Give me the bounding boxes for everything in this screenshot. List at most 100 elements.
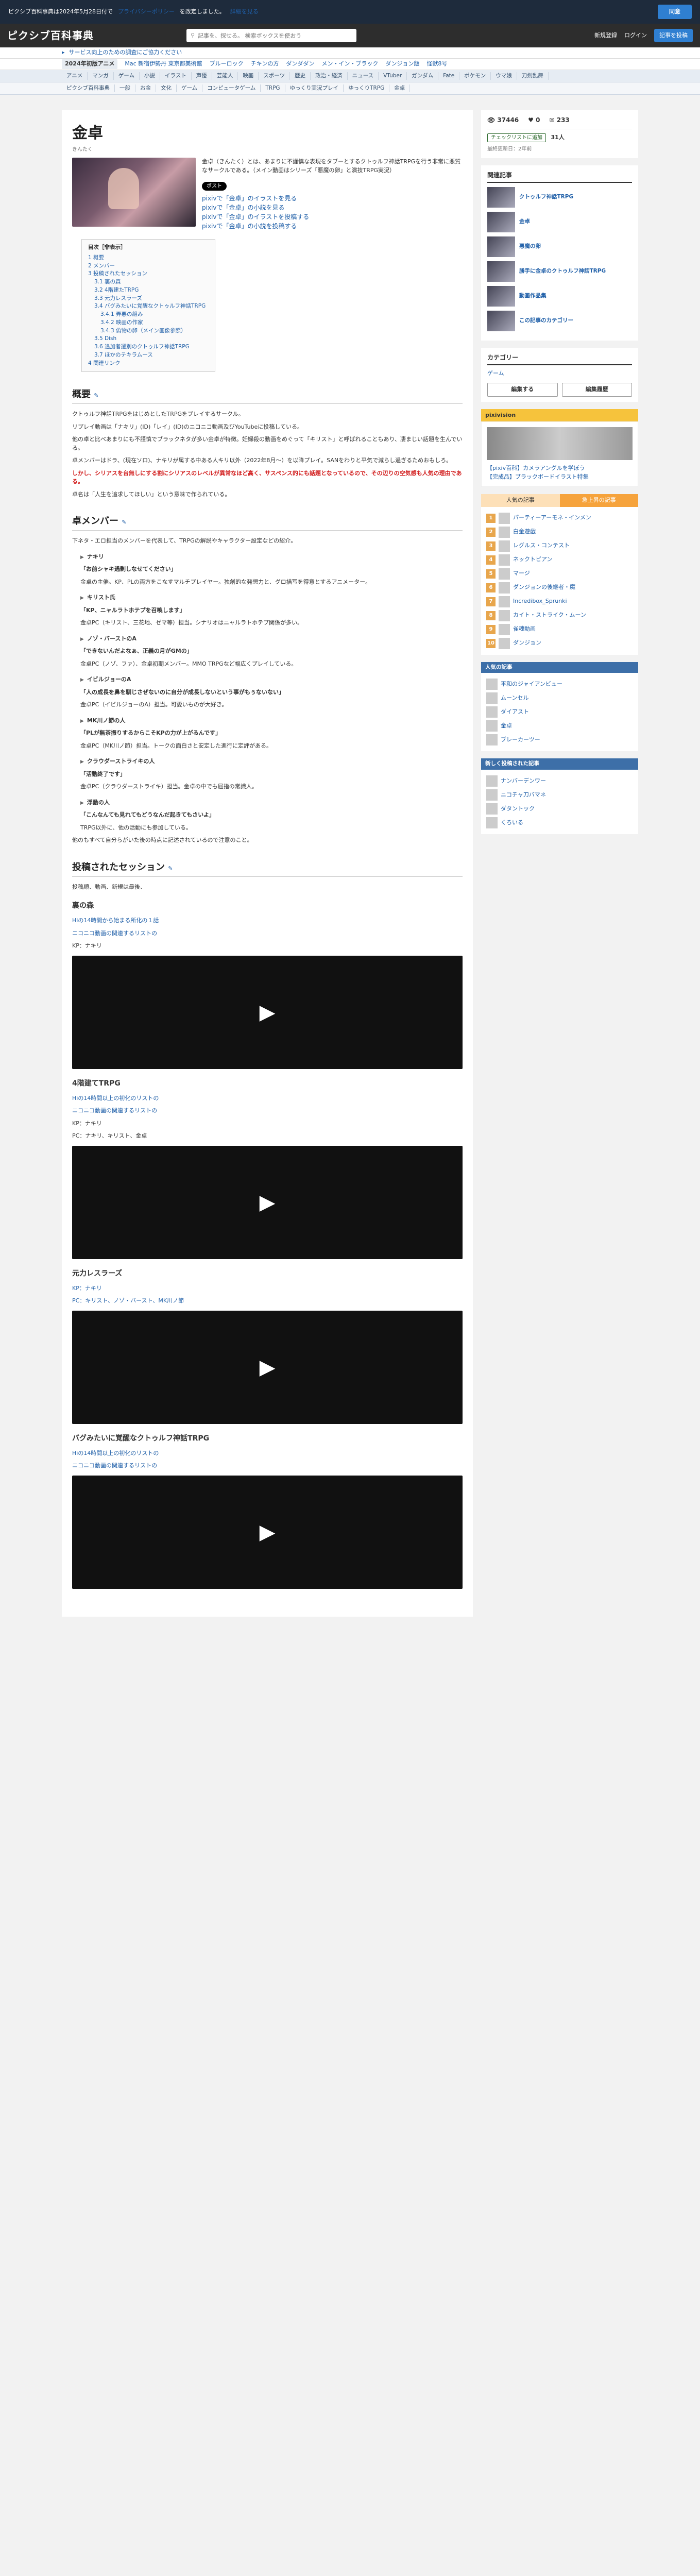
session-line[interactable]: Hiの14時間から始まる所化の１話 [72,917,463,925]
toc-item[interactable]: 3.4.2 映画の作家 [88,319,209,327]
category-link[interactable]: VTuber [379,72,407,80]
ranking-thumb[interactable] [499,540,510,552]
related-thumb[interactable] [487,187,515,208]
tab-rising[interactable]: 急上昇の記事 [560,494,639,507]
category-link[interactable]: ウマ娘 [491,72,517,80]
popular-thumb[interactable] [486,692,498,704]
ranking-link[interactable]: パーティーアーモネ・インメン [513,514,591,522]
breadcrumb-link[interactable]: ゆっくり実況プレイ [285,84,344,93]
new-thumb[interactable] [486,789,498,801]
related-item[interactable]: クトゥルフ神話TRPG [487,187,632,208]
new-link[interactable]: ナンバーデンワー [501,777,546,786]
trend-item[interactable]: 怪獣8号 [426,60,447,69]
related-thumb[interactable] [487,236,515,257]
trend-item[interactable]: ダンダダン [286,60,314,69]
related-link[interactable]: 勝手に金卓のクトゥルフ神話TRPG [519,267,606,276]
ranking-item[interactable]: 5 マージ [486,568,633,580]
ranking-item[interactable]: 2 白金遊戯 [486,526,633,538]
toc-item[interactable]: 3.5 Dish [88,335,209,343]
ranking-thumb[interactable] [499,609,510,621]
edit-icon[interactable]: ✎ [94,392,98,399]
new-item[interactable]: ダタントック [486,803,633,815]
session-line[interactable]: ニコニコ動画の関連するリストの [72,1107,463,1115]
trend-item[interactable]: チキンの方 [251,60,279,69]
ranking-thumb[interactable] [499,623,510,635]
popular-item[interactable]: ブレーカーツー [486,734,633,746]
tab-popular[interactable]: 人気の記事 [481,494,560,507]
related-item[interactable]: 勝手に金卓のクトゥルフ神話TRPG [487,261,632,282]
ranking-item[interactable]: 1 パーティーアーモネ・インメン [486,512,633,524]
ranking-link[interactable]: マージ [513,569,530,578]
toc-item[interactable]: 3.4.3 偽物の卵（メイン画像参照） [88,327,209,335]
category-link[interactable]: 歴史 [290,72,311,80]
category-link[interactable]: ガンダム [407,72,439,80]
ranking-item[interactable]: 6 ダンジョンの後継者・魔 [486,582,633,594]
popular-link[interactable]: 平和のジャイアンビュー [501,680,562,689]
ranking-thumb[interactable] [499,582,510,594]
ranking-thumb[interactable] [499,637,510,649]
breadcrumb-link[interactable]: 金卓 [389,84,411,93]
category-link[interactable]: 小説 [140,72,160,80]
edit-icon[interactable]: ✎ [122,519,126,526]
ranking-link[interactable]: 雀魂動画 [513,625,536,634]
ranking-item[interactable]: 3 レグルス・コンテスト [486,540,633,552]
session-line[interactable]: Hiの14時間以上の初化のリストの [72,1094,463,1103]
related-item[interactable]: この記事のカテゴリー [487,310,632,331]
category-link[interactable]: アニメ [62,72,88,80]
ranking-link[interactable]: ダンジョンの後継者・魔 [513,583,575,592]
popular-item[interactable]: ダイアスト [486,706,633,718]
toc-item[interactable]: 3.1 裏の森 [88,278,209,286]
category-link[interactable]: 映画 [238,72,259,80]
pixiv-link[interactable]: pixivで「金卓」のイラストを投稿する [202,212,463,222]
ranking-thumb[interactable] [499,512,510,524]
pixivision-link[interactable]: 【pixiv百科】カメラアングルを学ぼう [487,464,633,473]
category-link[interactable]: イラスト [160,72,192,80]
popular-link[interactable]: ダイアスト [501,708,529,717]
pixiv-link[interactable]: pixivで「金卓」のイラストを見る [202,194,463,203]
search-input[interactable] [198,32,352,39]
ranking-link[interactable]: レグルス・コンテスト [513,541,570,550]
popular-link[interactable]: 金卓 [501,722,512,731]
breadcrumb-link[interactable]: TRPG [261,84,285,93]
trend-item[interactable]: ダンジョン飯 [385,60,419,69]
popular-thumb[interactable] [486,720,498,732]
toc-title[interactable]: 目次［非表示］ [88,244,209,252]
trend-item[interactable]: Mac 新宿伊勢丹 東京都美術館 [125,60,202,69]
toc-item[interactable]: 3.3 元力レスラーズ [88,295,209,303]
related-link[interactable]: 金卓 [519,218,530,226]
ranking-item[interactable]: 4 ネックトピアン [486,554,633,566]
ranking-thumb[interactable] [499,526,510,538]
agree-button[interactable]: 同意 [658,4,692,20]
category-link[interactable]: 刀剣乱舞 [517,72,549,80]
related-thumb[interactable] [487,261,515,282]
signup-link[interactable]: 新規登録 [594,31,617,40]
category-link[interactable]: マンガ [88,72,114,80]
related-link[interactable]: 悪魔の卵 [519,243,541,251]
category-link[interactable]: 政治・経済 [311,72,348,80]
new-item[interactable]: くろいる [486,817,633,828]
toc-item[interactable]: 3.7 ほかのテキラムース [88,351,209,360]
category-link[interactable]: ポケモン [459,72,491,80]
survey-notice[interactable]: ▸ サービス向上のための調査にご協力ください [0,47,700,59]
ranking-link[interactable]: カイト・ストライク・ムーン [513,611,586,620]
related-thumb[interactable] [487,310,515,331]
pixiv-link[interactable]: pixivで「金卓」の小説を投稿する [202,222,463,231]
notice-text[interactable]: サービス向上のための調査にご協力ください [69,48,182,57]
related-link[interactable]: この記事のカテゴリー [519,317,573,325]
video-embed[interactable] [72,1145,463,1259]
related-link[interactable]: 動画作品集 [519,292,547,300]
category-link[interactable]: 芸能人 [212,72,238,80]
category-link[interactable]: ゲーム [114,72,140,80]
category-link[interactable]: ゲーム [487,370,504,377]
new-item[interactable]: ナンバーデンワー [486,775,633,787]
toc-item[interactable]: 3.6 追加者選別のクトゥルフ神話TRPG [88,343,209,351]
new-link[interactable]: ダタントック [501,805,535,814]
ranking-link[interactable]: ダンジョン [513,639,541,648]
breadcrumb-link[interactable]: お金 [135,84,156,93]
checklist-button[interactable]: チェックリストに追加 [487,133,546,142]
pixiv-link[interactable]: pixivで「金卓」の小説を見る [202,203,463,212]
new-item[interactable]: ニコチャ刀バマネ [486,789,633,801]
site-logo[interactable]: ピクシブ百科事典 [7,28,94,43]
video-embed[interactable] [72,1475,463,1589]
ranking-link[interactable]: 白金遊戯 [513,528,536,536]
